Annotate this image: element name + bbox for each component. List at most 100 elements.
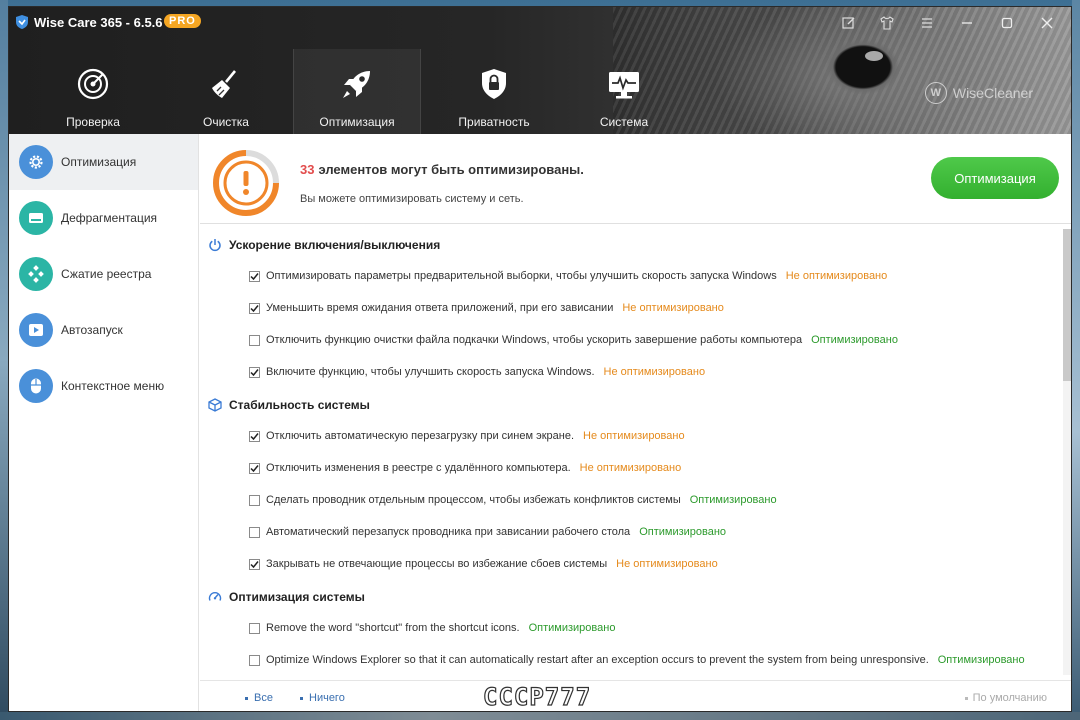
item-text: Optimize Windows Explorer so that it can… [266, 654, 929, 666]
nav-item-system[interactable]: Система [560, 49, 688, 134]
side-icon-bg [19, 145, 53, 179]
sidebar-item-context-menu[interactable]: Контекстное меню [9, 358, 198, 414]
sidebar-item-registry[interactable]: Сжатие реестра [9, 246, 198, 302]
menu-button[interactable] [917, 13, 937, 33]
bullet-icon [300, 696, 303, 700]
checkbox-unchecked[interactable] [249, 654, 260, 666]
optimization-list[interactable]: Ускорение включения/выключения Оптимизир… [200, 225, 1071, 679]
banner-title: 33 элементов могут быть оптимизированы. [300, 162, 584, 177]
list-item[interactable]: Optimize Windows Explorer so that it can… [249, 654, 1025, 666]
list-item[interactable]: Отключить автоматическую перезагрузку пр… [249, 430, 685, 442]
list-item[interactable]: Сделать проводник отдельным процессом, ч… [249, 494, 777, 506]
footer-bar: Все Ничего CCCP777 По умолчанию [200, 680, 1071, 711]
checkbox-checked[interactable] [249, 302, 260, 314]
list-item[interactable]: Отключить функцию очистки файла подкачки… [249, 334, 898, 346]
app-window: Wise Care 365 - 6.5.6 PRO Проверка Очист… [8, 6, 1072, 712]
item-text: Уменьшить время ожидания ответа приложен… [266, 302, 614, 314]
sidebar-item-label: Сжатие реестра [61, 267, 152, 281]
minimize-icon [962, 22, 972, 24]
sidebar: Оптимизация Дефрагментация Сжатие реестр… [9, 134, 199, 711]
side-icon-bg [19, 201, 53, 235]
power-icon [209, 239, 221, 252]
checkmark-icon [250, 272, 259, 280]
status-not-optimized: Не оптимизировано [579, 462, 682, 474]
list-item[interactable]: Отключить изменения в реестре с удалённо… [249, 462, 681, 474]
select-none-link[interactable]: Ничего [300, 692, 345, 704]
bullet-icon [964, 696, 968, 700]
sidebar-item-defrag[interactable]: Дефрагментация [9, 190, 198, 246]
maximize-icon [1001, 17, 1013, 29]
list-item[interactable]: Уменьшить время ожидания ответа приложен… [249, 302, 724, 314]
sidebar-item-label: Дефрагментация [61, 211, 158, 225]
mouse-icon [31, 378, 41, 394]
nav-item-optimize[interactable]: Оптимизация [293, 49, 421, 134]
checkbox-unchecked[interactable] [249, 494, 260, 506]
gear-icon [29, 155, 43, 169]
checkbox-checked[interactable] [249, 270, 260, 282]
status-not-optimized: Не оптимизировано [616, 558, 718, 570]
checkbox-unchecked[interactable] [249, 334, 260, 346]
list-item[interactable]: Закрывать не отвечающие процессы во избе… [249, 558, 718, 570]
checkbox-unchecked[interactable] [249, 526, 260, 538]
nav-label: Оптимизация [319, 115, 395, 129]
hamburger-menu-icon [922, 18, 932, 28]
item-text: Оптимизировать параметры предварительной… [266, 270, 777, 282]
checkbox-checked[interactable] [249, 462, 260, 474]
section-header-boot: Ускорение включения/выключения [208, 238, 440, 252]
optimizable-count: 33 [300, 162, 315, 177]
disk-icon [29, 213, 43, 223]
list-item[interactable]: Remove the word "shortcut" from the shor… [249, 622, 615, 634]
app-shield-icon [16, 15, 28, 29]
maximize-button[interactable] [997, 13, 1017, 33]
list-item[interactable]: Автоматический перезапуск проводника при… [249, 526, 726, 538]
default-link[interactable]: По умолчанию [964, 692, 1047, 704]
broom-icon [212, 70, 237, 98]
sidebar-item-autorun[interactable]: Автозапуск [9, 302, 198, 358]
minimize-button[interactable] [957, 13, 977, 33]
nav-label: Проверка [66, 115, 120, 129]
close-button[interactable] [1037, 13, 1057, 33]
wisecleaner-logo: W WiseCleaner [924, 82, 1033, 104]
sidebar-item-optimization[interactable]: Оптимизация [9, 134, 198, 190]
checkmark-icon [250, 464, 259, 472]
wisecleaner-logo-text: WiseCleaner [952, 85, 1033, 101]
play-icon [29, 324, 43, 336]
select-all-link[interactable]: Все [245, 692, 273, 704]
item-text: Включите функцию, чтобы улучшить скорост… [266, 366, 595, 378]
radar-icon [77, 68, 109, 100]
item-text: Отключить изменения в реестре с удалённо… [266, 462, 571, 474]
checkmark-icon [250, 560, 259, 568]
warning-gauge-icon [213, 150, 279, 216]
title-bar[interactable]: Wise Care 365 - 6.5.6 PRO [9, 7, 1071, 39]
optimize-button[interactable]: Оптимизация [931, 157, 1059, 199]
scrollbar-thumb[interactable] [1063, 229, 1071, 381]
checkbox-unchecked[interactable] [249, 622, 260, 634]
edit-icon [842, 17, 855, 29]
sidebar-item-label: Контекстное меню [61, 379, 165, 393]
skin-button[interactable] [877, 13, 897, 33]
item-text: Закрывать не отвечающие процессы во избе… [266, 558, 608, 570]
status-optimized: Оптимизировано [639, 526, 727, 538]
nav-item-check[interactable]: Проверка [29, 49, 157, 134]
checkmark-icon [250, 368, 259, 376]
nav-label: Очистка [203, 115, 249, 129]
close-icon [1041, 17, 1053, 29]
cube-icon [208, 398, 222, 412]
status-optimized: Оптимизировано [528, 622, 616, 634]
status-optimized: Оптимизировано [937, 654, 1025, 666]
checkbox-checked[interactable] [249, 558, 260, 570]
pro-badge: PRO [164, 14, 201, 28]
feedback-button[interactable] [839, 13, 859, 33]
side-icon-bg [19, 257, 53, 291]
nav-item-privacy[interactable]: Приватность [430, 49, 558, 134]
list-item[interactable]: Оптимизировать параметры предварительной… [249, 270, 887, 282]
checkbox-checked[interactable] [249, 430, 260, 442]
section-title: Оптимизация системы [229, 590, 365, 604]
wisecleaner-logo-mark: W [924, 82, 947, 104]
list-item[interactable]: Включите функцию, чтобы улучшить скорост… [249, 366, 705, 378]
status-not-optimized: Не оптимизировано [785, 270, 888, 282]
status-not-optimized: Не оптимизировано [603, 366, 706, 378]
nav-item-clean[interactable]: Очистка [162, 49, 290, 134]
checkbox-checked[interactable] [249, 366, 260, 378]
section-title: Ускорение включения/выключения [229, 238, 441, 252]
